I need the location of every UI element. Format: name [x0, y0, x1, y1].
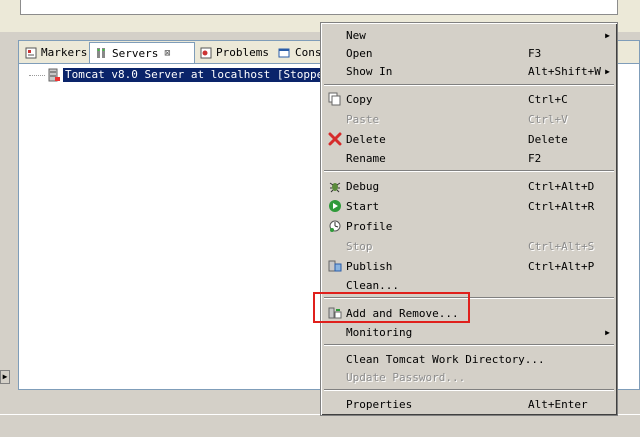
menu-item-label: Properties — [346, 397, 413, 411]
tab-label: Markers — [41, 46, 88, 59]
menu-item-rename[interactable]: Rename F2 — [323, 149, 615, 167]
console-icon — [277, 46, 291, 60]
menu-separator — [324, 170, 614, 172]
menu-item-show-in[interactable]: Show In Alt+Shift+W ▶ — [323, 62, 615, 80]
menu-item-label: Open — [346, 46, 373, 60]
tree-connector — [29, 74, 45, 76]
menu-item-label: Publish — [346, 259, 393, 273]
server-tree-item[interactable]: Tomcat v8.0 Server at localhost [Stopped… — [29, 67, 339, 83]
menu-item-properties[interactable]: Properties Alt+Enter — [323, 395, 615, 413]
menu-item-shortcut: Ctrl+Alt+S — [528, 239, 595, 253]
publish-icon — [327, 258, 343, 274]
menu-item-paste[interactable]: Paste Ctrl+V — [323, 110, 615, 128]
close-icon[interactable]: ⊠ — [164, 48, 170, 59]
copy-icon — [327, 91, 343, 107]
menu-item-copy[interactable]: Copy Ctrl+C — [323, 90, 615, 108]
menu-item-monitoring[interactable]: Monitoring ▶ — [323, 323, 615, 341]
menu-item-update-password[interactable]: Update Password... — [323, 368, 615, 386]
menu-item-clean-tomcat-work-directory[interactable]: Clean Tomcat Work Directory... — [323, 350, 615, 368]
tab-markers[interactable]: Markers — [21, 43, 89, 62]
menu-item-shortcut: Ctrl+Alt+P — [528, 259, 595, 273]
tab-servers[interactable]: Servers ⊠ — [89, 42, 195, 63]
menu-item-profile[interactable]: Profile — [323, 217, 615, 235]
menu-item-label: Start — [346, 199, 380, 213]
start-icon — [327, 198, 343, 214]
menu-item-label: New — [346, 28, 366, 42]
menu-item-label: Show In — [346, 64, 393, 78]
menu-item-stop[interactable]: Stop Ctrl+Alt+S — [323, 237, 615, 255]
scroll-right-arrow-icon[interactable]: ▶ — [0, 370, 10, 384]
menu-separator — [324, 344, 614, 346]
editor-pane — [20, 0, 618, 15]
menu-item-publish[interactable]: Publish Ctrl+Alt+P — [323, 257, 615, 275]
menu-item-label: Clean... — [346, 278, 399, 292]
menu-item-label: Delete — [346, 132, 386, 146]
menu-item-shortcut: Alt+Shift+W — [528, 64, 601, 78]
server-icon — [47, 68, 61, 82]
menu-item-label: Paste — [346, 112, 380, 126]
markers-icon — [25, 46, 37, 60]
menu-item-shortcut: Alt+Enter — [528, 397, 588, 411]
menu-item-label: Profile — [346, 219, 393, 233]
menu-item-shortcut: Ctrl+Alt+D — [528, 179, 595, 193]
annotation-highlight-box — [313, 292, 470, 323]
menu-item-shortcut: F2 — [528, 151, 542, 165]
menu-item-label: Rename — [346, 151, 386, 165]
menu-item-shortcut: Delete — [528, 132, 568, 146]
menu-item-new[interactable]: New ▶ — [323, 26, 615, 44]
menu-item-shortcut: Ctrl+C — [528, 92, 568, 106]
menu-separator — [324, 84, 614, 86]
tab-label: Problems — [216, 46, 269, 59]
servers-icon — [94, 46, 108, 60]
context-menu: New ▶ Open F3 Show In Alt+Shift+W ▶ Copy… — [320, 22, 618, 416]
menu-item-label: Copy — [346, 92, 373, 106]
menu-item-label: Stop — [346, 239, 373, 253]
submenu-arrow-icon: ▶ — [605, 66, 610, 76]
menu-item-open[interactable]: Open F3 — [323, 44, 615, 62]
submenu-arrow-icon: ▶ — [605, 30, 610, 40]
tab-label: Servers — [112, 46, 159, 60]
server-label[interactable]: Tomcat v8.0 Server at localhost [Stopped… — [63, 68, 339, 82]
menu-item-shortcut: Ctrl+V — [528, 112, 568, 126]
menu-separator — [324, 389, 614, 391]
menu-item-debug[interactable]: Debug Ctrl+Alt+D — [323, 177, 615, 195]
menu-item-label: Clean Tomcat Work Directory... — [346, 352, 545, 366]
menu-item-start[interactable]: Start Ctrl+Alt+R — [323, 197, 615, 215]
delete-icon — [327, 131, 343, 147]
status-bar — [0, 414, 640, 437]
menu-item-label: Debug — [346, 179, 380, 193]
problems-icon — [199, 46, 212, 60]
menu-item-shortcut: Ctrl+Alt+R — [528, 199, 595, 213]
profile-icon — [327, 218, 343, 234]
menu-item-shortcut: F3 — [528, 46, 542, 60]
submenu-arrow-icon: ▶ — [605, 327, 610, 337]
menu-item-label: Monitoring — [346, 325, 413, 339]
debug-icon — [327, 178, 343, 194]
menu-item-label: Update Password... — [346, 370, 466, 384]
menu-item-delete[interactable]: Delete Delete — [323, 130, 615, 148]
tab-problems[interactable]: Problems — [195, 43, 273, 62]
